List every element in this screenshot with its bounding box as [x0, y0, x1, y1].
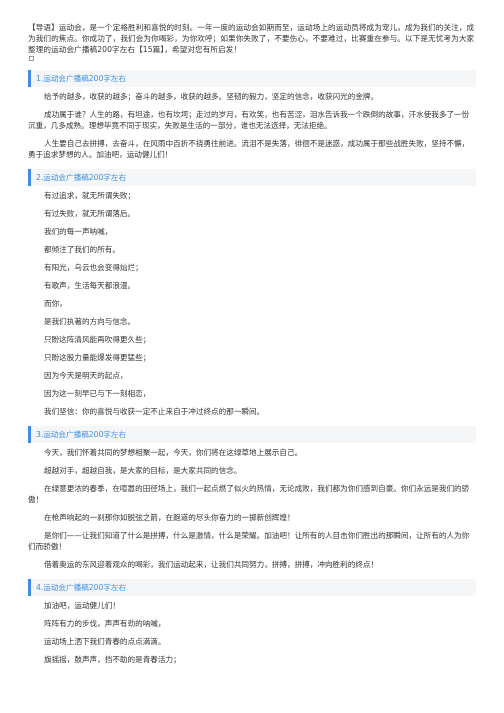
section-1: 1.运动会广播稿200字左右 给予的越多，收获的越多；奋斗的越多，收获的越多。坚…	[28, 70, 476, 160]
paragraph: 是我们执著的方向与信念。	[44, 317, 136, 326]
article: 【导语】运动会，是一个定格胜利和喜悦的时刻。一年一度的运动会如期而至，运动场上的…	[0, 0, 504, 665]
section-heading: 2.运动会广播稿200字左右	[28, 169, 476, 186]
paragraph: 有歌声，生活每天都浪漫。	[44, 281, 136, 290]
paragraph: 超越对手，超越自我，是大家的目标，是大家共同的信念。	[44, 466, 242, 475]
paragraph: 今天，我们怀着共同的梦想相聚一起，今天，你们将在这绿草地上展示自己。	[44, 448, 303, 457]
paragraph: 因为今天是明天的起点，	[44, 371, 128, 380]
paragraph: 借着奥运的东风迎着观众的喝彩，我们运动起来，让我们共同努力，拼搏，拼搏，冲向胜利…	[44, 560, 379, 569]
paragraph: 旗摇摇，鼓声声，挡不助的是青春活力；	[44, 655, 181, 664]
paragraph: 人生要自己去拼搏，去奋斗，在风雨中百折不挠勇往前进。流泪不是失落，徘徊不是迷惑，…	[28, 139, 470, 159]
section-heading: 3.运动会广播稿200字左右	[28, 426, 476, 443]
paragraph: 是你们——让我们知道了什么是拼搏，什么是激情，什么是荣耀。加油吧！让所有的人目击…	[28, 531, 470, 551]
paragraph: 在绿意更浓的春季，在喧嚣的田径场上，我们一起点燃了似火的热情，无论成败，我们都为…	[28, 484, 470, 504]
paragraph: 加油吧，运动健儿们！	[44, 601, 120, 610]
paragraph: 而你，	[44, 299, 67, 308]
paragraph: 我们坚信：你的喜悦与收获一定不止来自于冲过终点的那一瞬间。	[44, 407, 265, 416]
paragraph: 给予的越多，收获的越多；奋斗的越多，收获的越多。坚韧的毅力，坚定的信念，收获闪光…	[44, 92, 379, 101]
section-title: 3.运动会广播稿200字左右	[36, 430, 127, 439]
paragraph: 因为这一刻早已与下一刻相恋，	[44, 389, 151, 398]
paragraph: 有阳光，乌云也会变得灿烂；	[44, 263, 143, 272]
paragraph: 阵阵有力的步伐，声声有劲的呐喊，	[44, 619, 166, 628]
section-title: 4.运动会广播稿200字左右	[36, 583, 127, 592]
section-title: 1.运动会广播稿200字左右	[36, 74, 127, 83]
paragraph: 我们的每一声呐喊，	[44, 227, 113, 236]
anchor-marker-icon	[29, 56, 34, 61]
section-4: 4.运动会广播稿200字左右 加油吧，运动健儿们！ 阵阵有力的步伐，声声有劲的呐…	[28, 579, 476, 665]
intro-paragraph: 【导语】运动会，是一个定格胜利和喜悦的时刻。一年一度的运动会如期而至，运动场上的…	[28, 23, 475, 54]
section-2: 2.运动会广播稿200字左右 有过追求，就无所谓失败； 有过失败，就无所谓落后。…	[28, 169, 476, 417]
paragraph: 有过追求，就无所谓失败；	[44, 191, 136, 200]
paragraph: 运动场上洒下我们青春的点点滴滴。	[44, 637, 166, 646]
paragraph: 成功属于谁？人生的路，有坦途，也有坎坷；走过的岁月，有欢笑，也有苦涩，泪水告诉我…	[28, 110, 470, 130]
section-heading: 4.运动会广播稿200字左右	[28, 579, 476, 596]
paragraph: 在枪声响起的一刹那你如脱弦之箭，在跑道的尽头你奋力的一掷新创辉煌！	[44, 513, 295, 522]
section-heading: 1.运动会广播稿200字左右	[28, 70, 476, 87]
paragraph: 只盼这阵清风能再吹得更久些；	[44, 335, 151, 344]
section-title: 2.运动会广播稿200字左右	[36, 173, 127, 182]
paragraph: 只盼这股力量能爆发得更猛些；	[44, 353, 151, 362]
paragraph: 有过失败，就无所谓落后。	[44, 209, 136, 218]
paragraph: 都倾注了我们的所有。	[44, 245, 120, 254]
section-3: 3.运动会广播稿200字左右 今天，我们怀着共同的梦想相聚一起，今天，你们将在这…	[28, 426, 476, 570]
